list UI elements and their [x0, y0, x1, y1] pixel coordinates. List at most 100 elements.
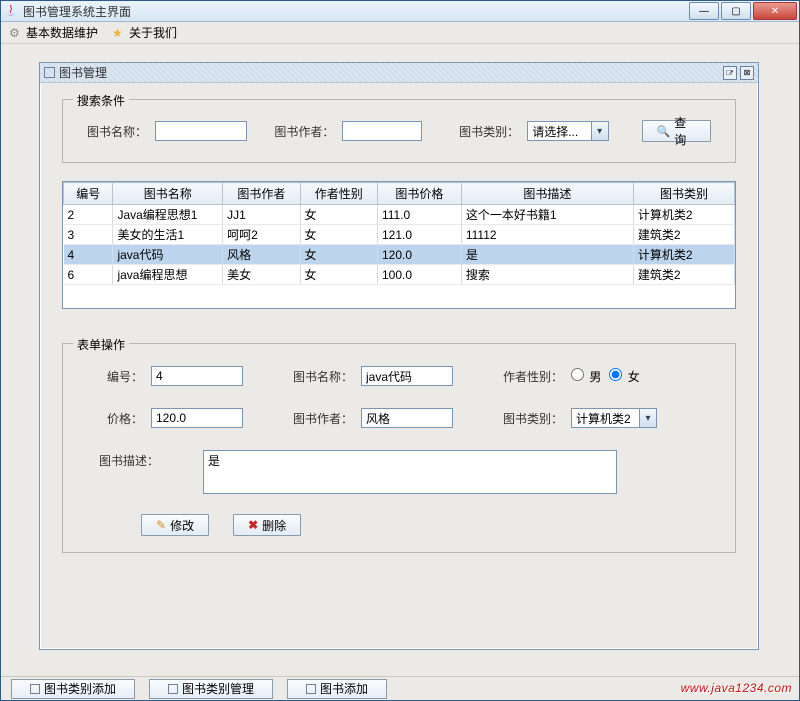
- menu-label: 基本数据维护: [26, 24, 98, 41]
- query-button[interactable]: 🔍 查询: [642, 120, 711, 142]
- chevron-down-icon: [639, 409, 656, 427]
- task-label: 图书类别添加: [44, 680, 116, 697]
- java-icon: [3, 3, 19, 19]
- internal-close-button[interactable]: ⊠: [740, 66, 754, 80]
- col-header[interactable]: 图书描述: [461, 183, 633, 205]
- table-cell: 11112: [461, 225, 633, 245]
- search-category-label: 图书类别：: [459, 123, 519, 140]
- table-cell: java编程思想: [113, 265, 223, 285]
- table-cell: 121.0: [377, 225, 461, 245]
- gear-icon: ⚙: [9, 26, 23, 40]
- menu-about-us[interactable]: ★ 关于我们: [112, 24, 177, 41]
- form-category-combo[interactable]: 计算机类2: [571, 408, 657, 428]
- modify-button-label: 修改: [170, 517, 194, 534]
- col-header[interactable]: 编号: [64, 183, 113, 205]
- task-category-manage[interactable]: 图书类别管理: [149, 679, 273, 699]
- delete-button[interactable]: ✖ 删除: [233, 514, 301, 536]
- form-author-input[interactable]: [361, 408, 453, 428]
- form-name-input[interactable]: [361, 366, 453, 386]
- chevron-down-icon: [591, 122, 608, 140]
- main-window: 图书管理系统主界面 ⚙ 基本数据维护 ★ 关于我们 图书管理 □↗ ⊠: [0, 0, 800, 701]
- form-gender-label: 作者性别：: [503, 368, 563, 385]
- search-author-label: 图书作者：: [274, 123, 334, 140]
- table-cell: 计算机类2: [633, 245, 734, 265]
- form-desc-label: 图书描述：: [93, 450, 159, 469]
- table-cell: 4: [64, 245, 113, 265]
- table-cell: 美女的生活1: [113, 225, 223, 245]
- table-cell: 建筑类2: [633, 265, 734, 285]
- internal-titlebar[interactable]: 图书管理 □↗ ⊠: [40, 63, 758, 83]
- form-id-input[interactable]: [151, 366, 243, 386]
- table-cell: 6: [64, 265, 113, 285]
- table-row[interactable]: 2Java编程思想1JJ1女111.0这个一本好书籍1计算机类2: [64, 205, 735, 225]
- col-header[interactable]: 图书价格: [377, 183, 461, 205]
- table-cell: 女: [300, 245, 377, 265]
- titlebar[interactable]: 图书管理系统主界面: [1, 1, 799, 22]
- internal-body: 搜索条件 图书名称： 图书作者： 图书类别： 请选择...: [40, 83, 758, 649]
- modify-button[interactable]: ✎ 修改: [141, 514, 209, 536]
- form-desc-input[interactable]: [203, 450, 617, 494]
- close-button[interactable]: [753, 2, 797, 20]
- pencil-icon: ✎: [156, 518, 166, 532]
- task-label: 图书类别管理: [182, 680, 254, 697]
- maximize-button[interactable]: [721, 2, 751, 20]
- mdi-desktop: 图书管理 □↗ ⊠ 搜索条件 图书名称： 图书作者： 图书类别：: [1, 44, 799, 676]
- taskbar: 图书类别添加 图书类别管理 图书添加: [1, 676, 799, 700]
- task-book-add[interactable]: 图书添加: [287, 679, 387, 699]
- col-header[interactable]: 图书类别: [633, 183, 734, 205]
- task-label: 图书添加: [320, 680, 368, 697]
- combo-value: 计算机类2: [572, 409, 639, 427]
- form-price-input[interactable]: [151, 408, 243, 428]
- table-cell: java代码: [113, 245, 223, 265]
- table-cell: 120.0: [377, 245, 461, 265]
- table-cell: 计算机类2: [633, 205, 734, 225]
- table-cell: 100.0: [377, 265, 461, 285]
- internal-maximize-button[interactable]: □↗: [723, 66, 737, 80]
- menubar: ⚙ 基本数据维护 ★ 关于我们: [1, 22, 799, 44]
- table-cell: 美女: [223, 265, 300, 285]
- table-cell: 女: [300, 225, 377, 245]
- book-table[interactable]: 编号图书名称图书作者作者性别图书价格图书描述图书类别 2Java编程思想1JJ1…: [62, 181, 736, 309]
- task-category-add[interactable]: 图书类别添加: [11, 679, 135, 699]
- table-cell: 3: [64, 225, 113, 245]
- search-name-input[interactable]: [155, 121, 247, 141]
- search-category-combo[interactable]: 请选择...: [527, 121, 608, 141]
- frame-icon: [168, 684, 178, 694]
- search-author-input[interactable]: [342, 121, 422, 141]
- menu-label: 关于我们: [129, 24, 177, 41]
- table-row[interactable]: 3美女的生活1呵呵2女121.011112建筑类2: [64, 225, 735, 245]
- table-cell: 风格: [223, 245, 300, 265]
- watermark: www.java1234.com: [681, 681, 792, 697]
- table-cell: Java编程思想1: [113, 205, 223, 225]
- table-cell: 建筑类2: [633, 225, 734, 245]
- table-cell: 搜索: [461, 265, 633, 285]
- table-cell: 是: [461, 245, 633, 265]
- col-header[interactable]: 图书作者: [223, 183, 300, 205]
- form-price-label: 价格：: [93, 410, 143, 427]
- radio-female[interactable]: 女: [609, 368, 639, 385]
- table-cell: 女: [300, 205, 377, 225]
- frame-icon: [30, 684, 40, 694]
- frame-icon: [306, 684, 316, 694]
- radio-male[interactable]: 男: [571, 368, 601, 385]
- form-id-label: 编号：: [93, 368, 143, 385]
- table-row[interactable]: 4java代码风格女120.0是计算机类2: [64, 245, 735, 265]
- frame-icon: [44, 67, 55, 78]
- col-header[interactable]: 作者性别: [300, 183, 377, 205]
- col-header[interactable]: 图书名称: [113, 183, 223, 205]
- form-category-label: 图书类别：: [503, 410, 563, 427]
- form-group: 表单操作 编号： 图书名称： 作者性别： 男 女 价格：: [62, 343, 736, 553]
- form-author-label: 图书作者：: [293, 410, 353, 427]
- star-icon: ★: [112, 26, 126, 40]
- internal-title: 图书管理: [59, 64, 720, 81]
- combo-value: 请选择...: [528, 122, 590, 140]
- internal-frame-book-manage: 图书管理 □↗ ⊠ 搜索条件 图书名称： 图书作者： 图书类别：: [39, 62, 759, 650]
- table-cell: 这个一本好书籍1: [461, 205, 633, 225]
- query-button-label: 查询: [674, 114, 696, 148]
- minimize-button[interactable]: [689, 2, 719, 20]
- table-row[interactable]: 6java编程思想美女女100.0搜索建筑类2: [64, 265, 735, 285]
- table-cell: JJ1: [223, 205, 300, 225]
- menu-basic-maintenance[interactable]: ⚙ 基本数据维护: [9, 24, 98, 41]
- search-legend: 搜索条件: [73, 92, 129, 109]
- delete-button-label: 删除: [262, 517, 286, 534]
